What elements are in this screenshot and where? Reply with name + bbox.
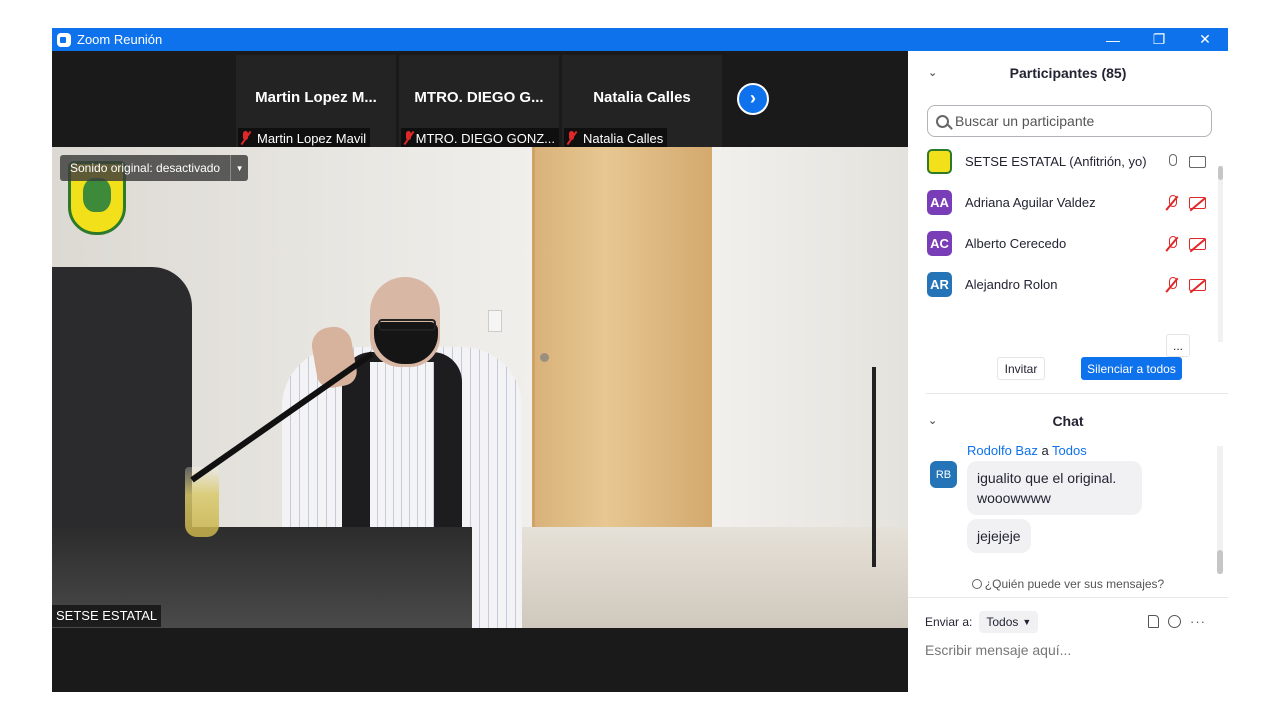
- avatar: AC: [927, 231, 952, 256]
- video-scene-glasses: [378, 319, 436, 331]
- participant-thumbnail[interactable]: Natalia Calles Natalia Calles: [562, 55, 722, 147]
- chevron-down-icon[interactable]: ▼: [230, 155, 248, 181]
- participant-row[interactable]: AR Alejandro Rolon: [908, 264, 1220, 305]
- camera-icon[interactable]: [1189, 156, 1206, 168]
- chat-divider: [908, 597, 1228, 598]
- restore-button[interactable]: ❐: [1136, 28, 1182, 51]
- thumbnail-label: Natalia Calles: [564, 128, 668, 147]
- muted-mic-icon[interactable]: [1165, 236, 1179, 252]
- video-scene-shirt: [370, 362, 434, 552]
- who-can-see-text[interactable]: ¿Quién puede ver sus mensajes?: [985, 577, 1164, 591]
- sender-name[interactable]: Rodolfo Baz: [967, 443, 1038, 458]
- muted-mic-icon[interactable]: [1165, 195, 1179, 211]
- person-icon: [971, 579, 982, 589]
- chat-message-input[interactable]: [925, 638, 1215, 662]
- avatar: AR: [927, 272, 952, 297]
- thumbnail-display-name: MTRO. DIEGO G...: [414, 89, 544, 106]
- video-scene-floor: [522, 527, 908, 628]
- invite-button[interactable]: Invitar: [997, 357, 1045, 380]
- chat-message: jejejeje: [967, 519, 1031, 553]
- participant-search-input[interactable]: [955, 113, 1205, 129]
- video-scene-outlet: [488, 310, 502, 332]
- panel-divider: [926, 393, 1228, 394]
- avatar: RB: [930, 461, 957, 488]
- more-participant-actions-button[interactable]: ...: [1166, 334, 1190, 357]
- collapse-participants-icon[interactable]: ⌄: [928, 66, 937, 79]
- participants-header: ⌄ Participantes (85): [908, 51, 1228, 95]
- thumbnail-label-text: Martin Lopez Mavil: [257, 130, 367, 146]
- search-icon: [936, 114, 949, 128]
- camera-off-icon[interactable]: [1189, 238, 1206, 250]
- chat-message: igualito que el original. wooowwww: [967, 461, 1142, 515]
- scrollbar-thumb[interactable]: [1217, 550, 1223, 574]
- thumbnail-label-text: Natalia Calles: [583, 130, 664, 146]
- window-title: Zoom Reunión: [77, 32, 163, 47]
- muted-mic-icon: [566, 131, 578, 145]
- chat-title: Chat: [1052, 413, 1084, 429]
- mute-all-button[interactable]: Silenciar a todos: [1081, 357, 1182, 380]
- avatar: [927, 149, 952, 174]
- file-icon[interactable]: [1148, 615, 1159, 628]
- participant-row[interactable]: AA Adriana Aguilar Valdez: [908, 182, 1220, 223]
- thumbnail-label: Martin Lopez Mavil: [238, 128, 371, 147]
- send-to-label: Enviar a:: [925, 615, 973, 629]
- active-speaker-label: SETSE ESTATAL: [52, 605, 162, 627]
- thumbnail-display-name: Martin Lopez M...: [255, 89, 377, 106]
- video-scene-person-left: [52, 267, 192, 567]
- chevron-down-icon: ▼: [1022, 617, 1032, 627]
- participant-search[interactable]: [927, 105, 1212, 137]
- avatar: AA: [927, 190, 952, 215]
- minimize-button[interactable]: —: [1090, 28, 1136, 51]
- video-scene-tripod: [872, 367, 876, 567]
- muted-mic-icon: [240, 131, 252, 145]
- collapse-chat-icon[interactable]: ⌄: [928, 414, 937, 427]
- next-page-button[interactable]: ›: [737, 83, 769, 115]
- original-sound-toggle[interactable]: Sonido original: desactivado ▼: [60, 155, 249, 181]
- side-panel: ⌄ Participantes (85) SETSE ESTATAL (Anfi…: [908, 51, 1228, 692]
- zoom-app-icon: [57, 32, 71, 47]
- camera-off-icon[interactable]: [1189, 279, 1206, 291]
- participant-list: SETSE ESTATAL (Anfitrión, yo) AA Adriana…: [908, 141, 1220, 317]
- emoji-icon[interactable]: [1168, 615, 1181, 628]
- close-button[interactable]: ✕: [1182, 28, 1228, 51]
- original-sound-label[interactable]: Sonido original: desactivado: [60, 161, 230, 175]
- main-video-feed: Sonido original: desactivado ▼ SETSE EST…: [52, 147, 908, 628]
- chat-header: ⌄ Chat: [908, 399, 1228, 443]
- thumbnail-strip: Martin Lopez M... Martin Lopez Mavil MTR…: [52, 51, 908, 147]
- send-to-value[interactable]: Todos: [986, 615, 1018, 629]
- muted-mic-icon[interactable]: [1165, 277, 1179, 293]
- muted-mic-icon: [403, 131, 411, 145]
- video-scene-door: [532, 147, 712, 537]
- video-area: Martin Lopez M... Martin Lopez Mavil MTR…: [52, 51, 908, 692]
- chat-scrollbar[interactable]: [1217, 446, 1223, 574]
- participant-row[interactable]: AC Alberto Cerecedo: [908, 223, 1220, 264]
- camera-off-icon[interactable]: [1189, 197, 1206, 209]
- participant-thumbnail[interactable]: MTRO. DIEGO G... MTRO. DIEGO GONZ...: [399, 55, 559, 147]
- title-bar: Zoom Reunión — ❐ ✕: [52, 28, 1228, 51]
- participant-actions: Invitar Silenciar a todos: [908, 357, 1228, 387]
- thumbnail-label: MTRO. DIEGO GONZ...: [401, 128, 559, 147]
- participant-list-scrollbar[interactable]: [1218, 166, 1223, 342]
- participant-row[interactable]: SETSE ESTATAL (Anfitrión, yo): [908, 141, 1220, 182]
- zoom-window: Zoom Reunión — ❐ ✕ Martin Lopez M... Mar…: [52, 28, 1228, 692]
- participant-thumbnail[interactable]: Martin Lopez M... Martin Lopez Mavil: [236, 55, 396, 147]
- video-scene-door-knob: [540, 353, 549, 362]
- recipient-name[interactable]: Todos: [1052, 443, 1087, 458]
- more-options-icon[interactable]: ···: [1190, 614, 1206, 629]
- participants-title: Participantes (85): [1009, 65, 1127, 81]
- message-sender-line: Rodolfo Baz a Todos: [967, 443, 1087, 458]
- chat-messages: Rodolfo Baz a Todos RB igualito que el o…: [908, 439, 1220, 574]
- thumbnail-display-name: Natalia Calles: [593, 89, 691, 106]
- chat-tools: ···: [1148, 614, 1206, 629]
- scrollbar-thumb[interactable]: [1218, 166, 1223, 180]
- send-to-dropdown[interactable]: Todos ▼: [979, 611, 1039, 633]
- thumbnail-label-text: MTRO. DIEGO GONZ...: [415, 130, 555, 146]
- microphone-icon[interactable]: [1165, 154, 1179, 170]
- sender-connector: a: [1037, 443, 1053, 458]
- who-can-see-link[interactable]: ¿Quién puede ver sus mensajes?: [908, 577, 1228, 597]
